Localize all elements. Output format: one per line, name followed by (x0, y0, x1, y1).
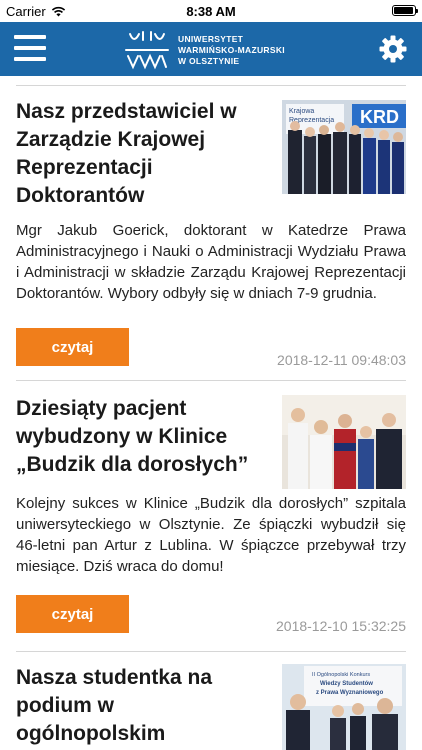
divider (16, 380, 406, 381)
news-thumbnail[interactable]: Krajowa Reprezentacja KRD (282, 100, 406, 194)
svg-text:Wiedzy Studentów: Wiedzy Studentów (320, 681, 373, 687)
university-logo: UNIWERSYTET WARMIŃSKO-MAZURSKI W OLSZTYN… (124, 30, 285, 70)
svg-text:KRD: KRD (360, 107, 399, 127)
news-title[interactable]: Dziesiąty pacjent wybudzony w Klinice „B… (16, 395, 266, 479)
news-item[interactable]: Nasz przedstawiciel w Zarządzie Krajowej… (16, 98, 406, 368)
university-emblem-icon (125, 31, 169, 70)
logo-line-1: UNIWERSYTET (178, 33, 244, 44)
news-item[interactable]: Dziesiąty pacjent wybudzony w Klinice „B… (16, 395, 406, 640)
logo-line-3: W OLSZTYNIE (178, 55, 240, 66)
news-title[interactable]: Nasz przedstawiciel w Zarządzie Krajowej… (16, 98, 266, 210)
news-date: 2018-12-11 09:48:03 (277, 352, 406, 368)
hospital-photo-image (282, 395, 406, 489)
hamburger-menu-button[interactable] (14, 34, 46, 62)
award-photo-image: II Ogólnopolski Konkurs Wiedzy Studentów… (282, 664, 406, 750)
news-thumbnail[interactable]: II Ogólnopolski Konkurs Wiedzy Studentów… (282, 664, 406, 750)
svg-text:II Ogólnopolski Konkurs: II Ogólnopolski Konkurs (312, 672, 370, 678)
svg-text:Krajowa: Krajowa (289, 108, 314, 115)
svg-text:z Prawa Wyznaniowego: z Prawa Wyznaniowego (316, 690, 384, 696)
news-summary: Kolejny sukces w Klinice „Budzik dla dor… (16, 495, 406, 575)
battery-icon (392, 5, 418, 16)
gear-icon (379, 35, 407, 63)
group-photo-image: Krajowa Reprezentacja KRD (282, 100, 406, 194)
news-summary: Mgr Jakub Goerick, doktorant w Katedrze … (16, 222, 406, 302)
logo-line-2: WARMIŃSKO-MAZURSKI (178, 44, 285, 55)
divider (16, 651, 406, 652)
app-header: UNIWERSYTET WARMIŃSKO-MAZURSKI W OLSZTYN… (0, 22, 422, 76)
news-title[interactable]: Nasza studentka na podium w ogólnopolski… (16, 664, 246, 748)
read-more-button[interactable]: czytaj (16, 595, 129, 633)
news-date: 2018-12-10 15:32:25 (276, 618, 406, 634)
read-more-button[interactable]: czytaj (16, 328, 129, 366)
news-item[interactable]: Nasza studentka na podium w ogólnopolski… (16, 664, 406, 750)
status-bar: Carrier 8:38 AM (0, 0, 422, 22)
divider (16, 85, 406, 86)
settings-button[interactable] (378, 34, 408, 64)
status-time: 8:38 AM (186, 4, 236, 19)
news-thumbnail[interactable] (282, 395, 406, 489)
